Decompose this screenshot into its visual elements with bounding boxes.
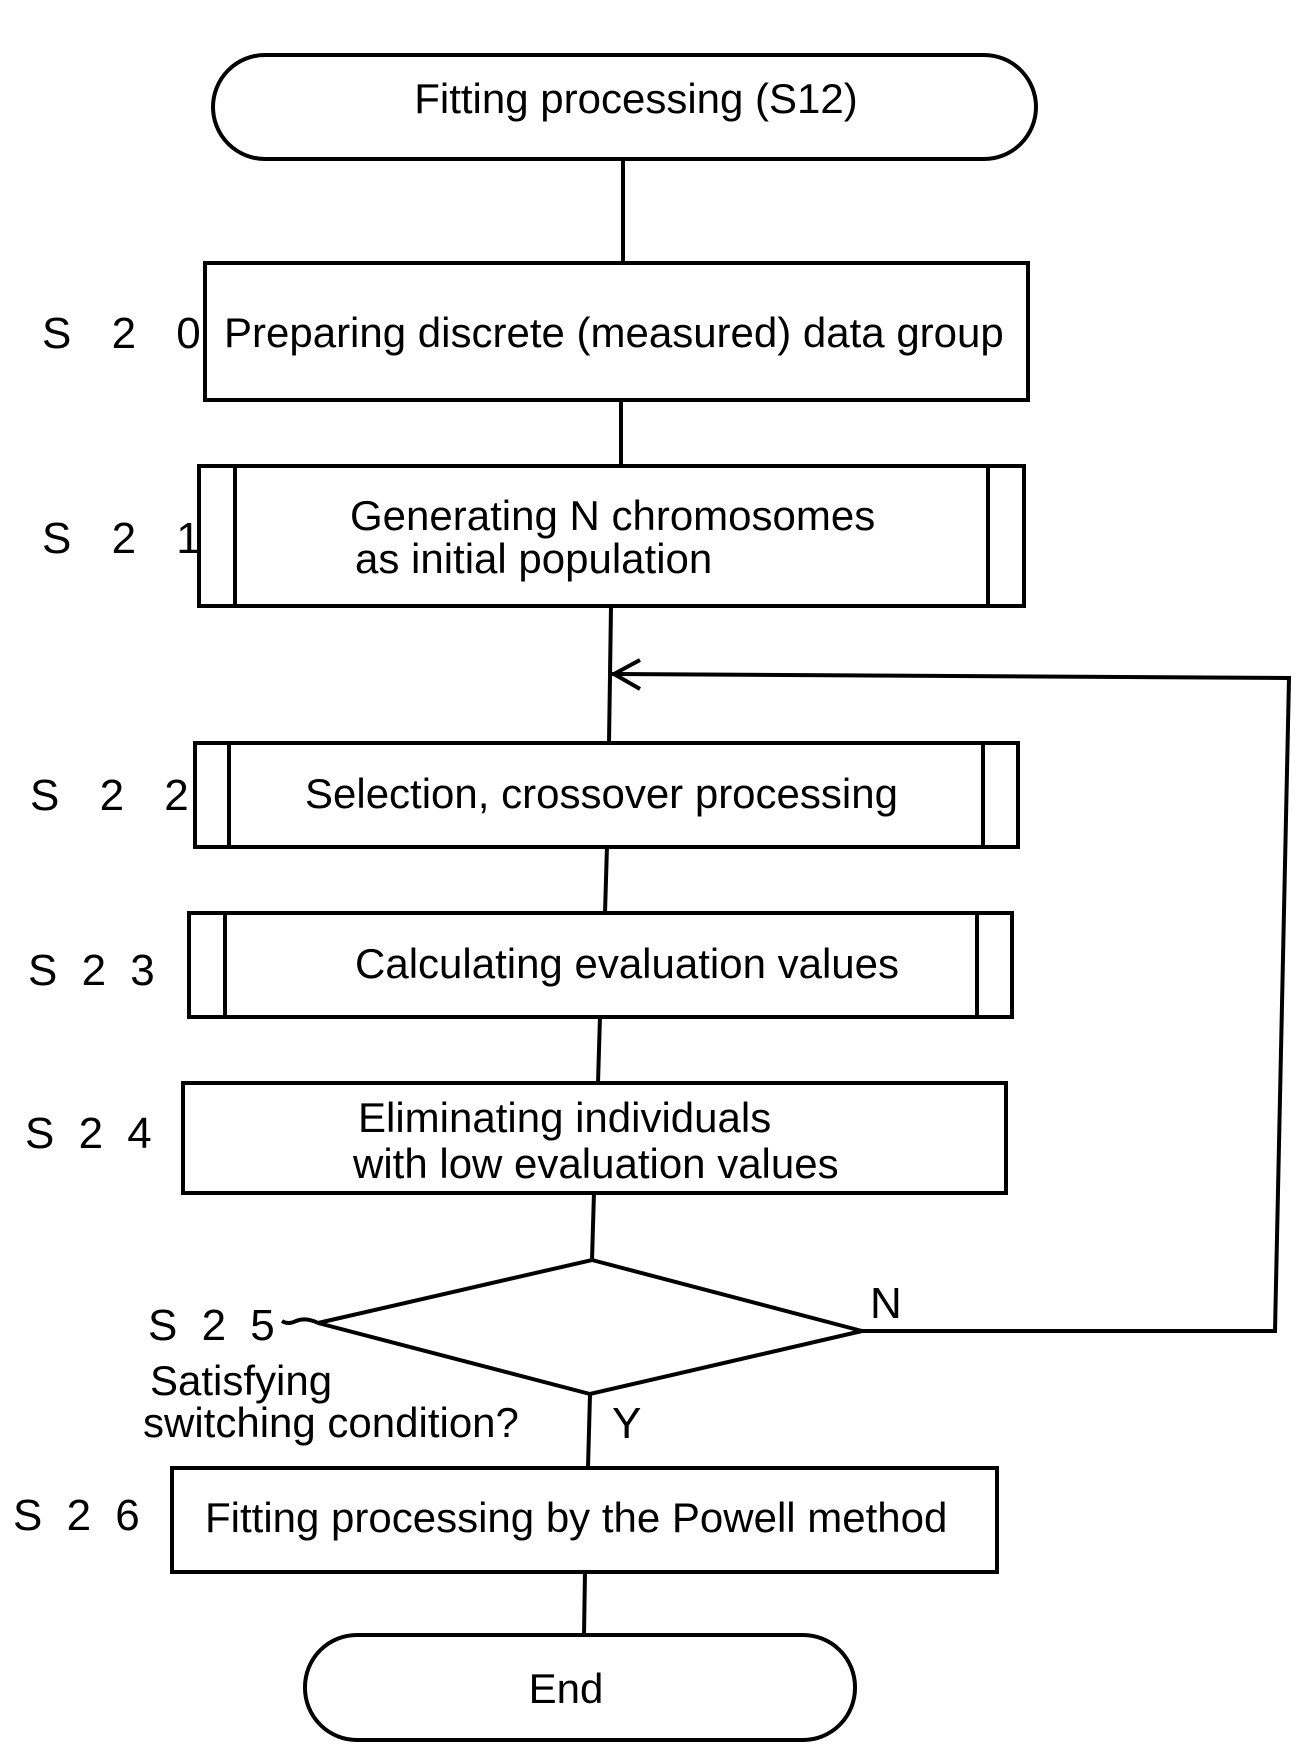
- connector-s26-end: [582, 1571, 587, 1636]
- decision-text-line1: Satisfying: [150, 1357, 332, 1404]
- step-label-s21: S 2 1: [42, 514, 215, 563]
- step-text-s24-line1: Eliminating individuals: [358, 1094, 771, 1141]
- step-label-s23: S 2 3: [28, 946, 161, 995]
- step-text-s21-line1: Generating N chromosomes: [350, 492, 875, 539]
- step-label-s26: S 2 6: [13, 1491, 146, 1540]
- branch-label-yes: Y: [612, 1399, 641, 1448]
- step-s21: S 2 1 Generating N chromosomes as initia…: [42, 464, 1026, 608]
- step-s23: S 2 3 Calculating evaluation values: [28, 911, 1014, 1019]
- connector-s21-s22: [607, 606, 613, 744]
- start-terminal: Fitting processing (S12): [211, 53, 1038, 161]
- step-text-s23: Calculating evaluation values: [355, 940, 899, 987]
- step-label-s25: S 2 5: [148, 1301, 281, 1350]
- decision-s25: S 2 5 Satisfying switching condition? N …: [143, 1257, 902, 1448]
- connector-s25-s26: [586, 1393, 592, 1469]
- step-text-s24-line2: with low evaluation values: [352, 1140, 839, 1187]
- step-text-s26: Fitting processing by the Powell method: [205, 1494, 947, 1541]
- step-text-s22: Selection, crossover processing: [305, 770, 898, 817]
- leader-line: [280, 1317, 319, 1325]
- step-text-s21-line2: as initial population: [355, 535, 712, 582]
- start-terminal-label: Fitting processing (S12): [414, 75, 858, 122]
- end-terminal-label: End: [529, 1665, 604, 1712]
- step-s22: S 2 2 Selection, crossover processing: [30, 741, 1020, 849]
- step-s24: S 2 4 Eliminating individuals with low e…: [25, 1081, 1008, 1195]
- flowchart-canvas: Fitting processing (S12) S 2 0 Preparing…: [13, 53, 1292, 1742]
- branch-label-no: N: [870, 1279, 902, 1328]
- connector-s24-s25: [590, 1191, 596, 1261]
- step-label-s24: S 2 4: [25, 1109, 158, 1158]
- step-s20: S 2 0 Preparing discrete (measured) data…: [42, 261, 1030, 402]
- connector-s22-s23: [603, 845, 609, 914]
- step-label-s22: S 2 2: [30, 771, 203, 820]
- step-label-s20: S 2 0: [42, 309, 215, 358]
- decision-text-line2: switching condition?: [143, 1399, 519, 1446]
- end-terminal: End: [303, 1633, 857, 1742]
- step-s26: S 2 6 Fitting processing by the Powell m…: [13, 1466, 999, 1574]
- step-text-s20: Preparing discrete (measured) data group: [224, 309, 1004, 356]
- connector-s23-s24: [596, 1015, 602, 1084]
- decision-diamond: [317, 1257, 863, 1397]
